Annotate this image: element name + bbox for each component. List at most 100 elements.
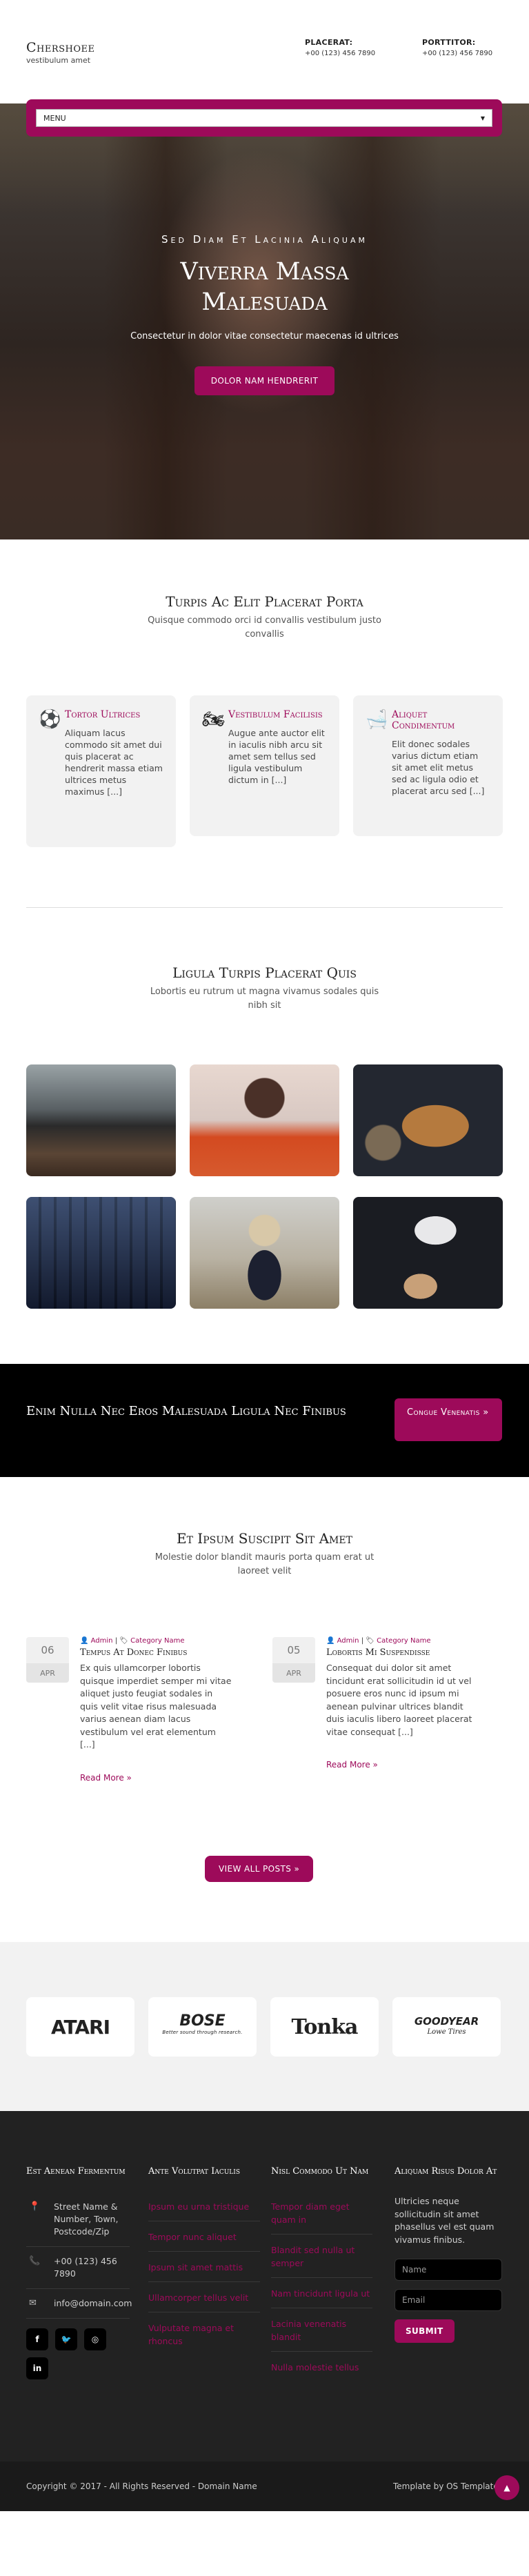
blog-subtitle: Molestie dolor blandit mauris porta quam… — [154, 1552, 375, 1576]
menu-select-label: MENU — [43, 113, 66, 123]
footer-contact-column: Est Aenean Fermentum 📍 Street Name & Num… — [26, 2166, 132, 2379]
post-month: APR — [26, 1663, 69, 1683]
site-header: Chershoee vestibulum amet PLACERAT: +00 … — [0, 0, 529, 137]
gallery-section: Ligula Turpis Placerat Quis Lobortis eu … — [0, 908, 529, 1364]
footer-address: 📍 Street Name & Number, Town, Postcode/Z… — [26, 2192, 130, 2247]
footer-link[interactable]: Lacinia venenatis blandit — [271, 2314, 372, 2352]
post-author[interactable]: Admin — [337, 1637, 359, 1645]
footer-heading: Ante Volutpat Iaculis — [148, 2166, 240, 2177]
post-author[interactable]: Admin — [91, 1637, 113, 1645]
linkedin-icon[interactable]: in — [26, 2357, 48, 2379]
user-icon: 👤 — [80, 1637, 89, 1645]
footer-heading: Est Aenean Fermentum — [26, 2166, 126, 2177]
newsletter-name-input[interactable]: Name — [395, 2259, 502, 2281]
brand-logo-atari[interactable]: ATARI — [26, 1997, 134, 2057]
footer-heading: Aliquam Risus Dolor At — [395, 2166, 497, 2177]
brand-logo-tonka[interactable]: Tonka — [270, 1997, 379, 2057]
goodyear-logo: GOODYEAR Lowe Tires — [414, 2015, 479, 2037]
footer-link[interactable]: Ullamcorper tellus velit — [148, 2288, 260, 2312]
header-contact-porttitor: PORTTITOR: +00 (123) 456 7890 — [422, 38, 492, 57]
logo-tagline: vestibulum amet — [26, 56, 91, 65]
social-links: f 🐦 ◎ in — [26, 2328, 123, 2379]
hero-title: Viverra Massa Malesuada — [0, 257, 529, 317]
twitter-icon[interactable]: 🐦 — [55, 2328, 77, 2350]
service-text: Aliquam lacus commodo sit amet dui quis … — [65, 728, 163, 797]
post-day: 05 — [272, 1637, 315, 1663]
footer-phone: 📞 +00 (123) 456 7890 — [26, 2247, 130, 2289]
post-meta: 👤 Admin | 🏷 Category Name — [80, 1637, 185, 1645]
brand-logo-bose[interactable]: BOSE Better sound through research. — [148, 1997, 257, 2057]
post-excerpt: Consequat dui dolor sit amet tincidunt e… — [326, 1663, 472, 1737]
gallery-grid — [26, 1064, 503, 1309]
post-date: 05 APR — [272, 1637, 315, 1770]
footer-link[interactable]: Tempor nunc aliquet — [148, 2227, 260, 2252]
gallery-subtitle: Lobortis eu rutrum ut magna vivamus soda… — [150, 987, 379, 1011]
footer-link[interactable]: Tempor diam eget quam in — [271, 2197, 372, 2235]
footer-link[interactable]: Ipsum sit amet mattis — [148, 2257, 260, 2282]
template-credit[interactable]: Template by OS Templates — [393, 2481, 503, 2491]
chevron-down-icon: ▼ — [480, 115, 485, 121]
footer-link[interactable]: Blandit sed nulla ut semper — [271, 2240, 372, 2278]
gallery-image[interactable] — [353, 1197, 503, 1309]
services-subtitle: Quisque commodo orci id convallis vestib… — [148, 615, 381, 640]
read-more-link[interactable]: Read More » — [326, 1760, 479, 1770]
service-text: Elit donec sodales varius dictum etiam s… — [392, 739, 485, 796]
footer-link[interactable]: Ipsum eu urna tristique — [148, 2197, 260, 2221]
footer-link[interactable]: Nam tincidunt ligula ut — [271, 2283, 372, 2308]
bose-logo: BOSE Better sound through research. — [162, 2012, 243, 2036]
newsletter-submit-button[interactable]: SUBMIT — [395, 2319, 455, 2343]
menu-select[interactable]: MENU ▼ — [36, 109, 492, 127]
brand-logo-goodyear[interactable]: GOODYEAR Lowe Tires — [392, 1997, 501, 2057]
post-category[interactable]: Category Name — [377, 1637, 430, 1645]
gallery-image[interactable] — [26, 1064, 176, 1176]
contact-label: PLACERAT: — [305, 38, 353, 47]
post-title-link[interactable]: Lobortis Mi Suspendisse — [326, 1647, 430, 1658]
copyright-bar: Copyright © 2017 - All Rights Reserved -… — [0, 2461, 529, 2511]
footer-link[interactable]: Vulputate magna et rhoncus — [148, 2318, 260, 2355]
back-to-top-chevron-up-icon[interactable]: ▲ — [495, 2475, 519, 2500]
hero-title-line1: Viverra Massa — [180, 258, 349, 286]
post-title-link[interactable]: Tempus At Donec Finibus — [80, 1647, 187, 1658]
view-all-posts-button[interactable]: VIEW ALL POSTS » — [205, 1856, 314, 1882]
motorbike-icon: 🏍 — [202, 709, 226, 730]
service-card: ⚽ Tortor Ultrices Aliquam lacus commodo … — [26, 695, 176, 847]
service-title-link[interactable]: Tortor Ultrices — [65, 709, 140, 720]
blog-post: 06 APR 👤 Admin | 🏷 Category Name Tempus … — [26, 1637, 233, 1783]
blog-title: Et Ipsum Suscipit Sit Amet — [177, 1530, 352, 1547]
site-footer: Est Aenean Fermentum 📍 Street Name & Num… — [0, 2111, 529, 2511]
copyright-text: Copyright © 2017 - All Rights Reserved -… — [26, 2481, 257, 2491]
cta-button[interactable]: Congue Venenatis » — [395, 1398, 502, 1441]
newsletter-email-input[interactable]: Email — [395, 2289, 502, 2311]
gallery-image[interactable] — [353, 1064, 503, 1176]
gallery-image[interactable] — [26, 1197, 176, 1309]
service-text: Augue ante auctor elit in iaculis nibh a… — [228, 728, 325, 785]
service-title-link[interactable]: Vestibulum Facilisis — [228, 709, 323, 720]
service-card: 🏍 Vestibulum Facilisis Augue ante auctor… — [190, 695, 339, 836]
post-day: 06 — [26, 1637, 69, 1663]
logo[interactable]: Chershoee vestibulum amet — [26, 40, 95, 65]
hero-button[interactable]: DOLOR NAM HENDRERIT — [194, 366, 335, 395]
read-more-link[interactable]: Read More » — [80, 1773, 233, 1783]
gallery-image[interactable] — [190, 1197, 339, 1309]
post-category[interactable]: Category Name — [130, 1637, 184, 1645]
dribbble-icon[interactable]: ◎ — [84, 2328, 106, 2350]
footer-links-column: Nisl Commodo Ut Nam Tempor diam eget qua… — [271, 2166, 372, 2387]
footer-heading: Nisl Commodo Ut Nam — [271, 2166, 369, 2177]
gallery-image[interactable] — [190, 1064, 339, 1176]
soccer-ball-icon: ⚽ — [39, 709, 61, 730]
service-title-link[interactable]: Aliquet Condimentum — [392, 709, 455, 731]
bathtub-icon: 🛁 — [366, 709, 388, 730]
post-month: APR — [272, 1663, 315, 1683]
atari-logo: ATARI — [50, 2015, 110, 2039]
logo-name[interactable]: Chershoee — [26, 40, 95, 55]
hero-title-line2: Malesuada — [201, 288, 328, 316]
post-excerpt: Ex quis ullamcorper lobortis quisque imp… — [80, 1663, 232, 1750]
footer-email: ✉ info@domain.com — [26, 2289, 132, 2319]
facebook-icon[interactable]: f — [26, 2328, 48, 2350]
footer-link[interactable]: Nulla molestie tellus — [271, 2357, 372, 2381]
tonka-logo: Tonka — [291, 2014, 359, 2039]
envelope-icon: ✉ — [29, 2298, 37, 2308]
tag-icon: 🏷 — [366, 1637, 375, 1645]
header-contact-placerat: PLACERAT: +00 (123) 456 7890 — [305, 38, 375, 57]
phone-icon: 📞 — [29, 2256, 41, 2266]
